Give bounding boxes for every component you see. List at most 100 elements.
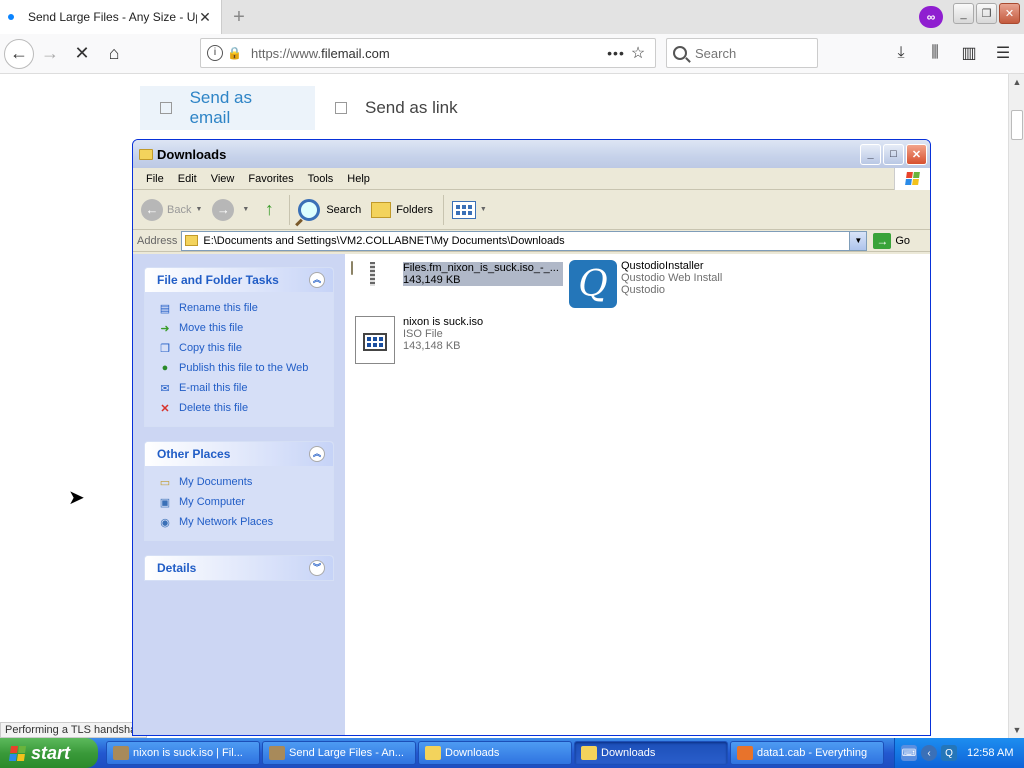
stop-icon[interactable]: ✕: [66, 38, 98, 70]
file-item[interactable]: Files.fm_nixon_is_suck.iso_-_... 143,149…: [351, 261, 563, 310]
file-item[interactable]: nixon is suck.iso ISO File 143,148 KB: [351, 316, 483, 364]
explorer-close-button[interactable]: ✕: [906, 143, 927, 165]
menu-view[interactable]: View: [204, 173, 242, 185]
home-icon[interactable]: ⌂: [98, 38, 130, 70]
toolbar-divider: [289, 194, 291, 225]
maximize-button[interactable]: ❐: [976, 3, 997, 24]
task-publish[interactable]: ● Publish this file to the Web: [157, 358, 323, 378]
qustodio-tray-icon[interactable]: Q: [941, 745, 957, 761]
taskbar-item[interactable]: Downloads: [418, 741, 572, 765]
search-icon: [298, 198, 321, 221]
file-tasks-panel: File and Folder Tasks ︽ ▤ Rename this fil…: [145, 268, 333, 426]
windows-flag-icon: [894, 167, 930, 190]
browser-toolbar-right: ⤓ ⫼ ▥ ☰: [886, 38, 1018, 68]
place-my-network[interactable]: ◉ My Network Places: [157, 512, 323, 532]
browser-tab[interactable]: Send Large Files - Any Size - Up To ✕: [0, 0, 222, 34]
file-item[interactable]: Q QustodioInstaller Qustodio Web Install…: [569, 260, 722, 308]
details-header[interactable]: Details ︾: [145, 556, 333, 580]
folders-button[interactable]: Folders: [371, 201, 433, 218]
url-scheme: https://www.: [251, 45, 322, 61]
go-label: Go: [895, 234, 911, 247]
address-dropdown-icon[interactable]: ▼: [849, 231, 867, 250]
go-button[interactable]: → Go: [873, 232, 911, 249]
place-my-documents[interactable]: ▭ My Documents: [157, 472, 323, 492]
tray-expand-icon[interactable]: ‹: [921, 745, 937, 761]
up-folder-button[interactable]: ↑: [259, 199, 279, 221]
url-bar[interactable]: i 🔒 https://www.filemail.com ••• ☆: [200, 38, 656, 68]
tab-send-as-link[interactable]: Send as link: [315, 86, 480, 130]
explorer-titlebar[interactable]: Downloads _ □ ✕: [133, 140, 930, 168]
task-copy[interactable]: ❐ Copy this file: [157, 338, 323, 358]
folder-icon: [185, 235, 199, 246]
minimize-button[interactable]: _: [953, 3, 974, 24]
search-bar[interactable]: [666, 38, 818, 68]
library-icon[interactable]: ⫼: [920, 38, 950, 68]
new-tab-button[interactable]: +: [222, 0, 256, 34]
address-field[interactable]: E:\Documents and Settings\VM2.COLLABNET\…: [181, 230, 868, 251]
keyboard-icon[interactable]: ⌨: [901, 745, 917, 761]
zip-file-icon: [351, 261, 399, 310]
tab-close-icon[interactable]: ✕: [197, 9, 213, 25]
forward-dropdown-icon[interactable]: ▼: [242, 206, 249, 213]
back-button[interactable]: ← Back ▼: [141, 198, 202, 221]
toolbar-divider: [442, 194, 444, 225]
tab-send-as-link-label: Send as link: [365, 98, 458, 117]
page-actions-icon[interactable]: •••: [605, 45, 627, 61]
start-button[interactable]: start: [0, 738, 98, 768]
taskbar-item[interactable]: nixon is suck.iso | Fil...: [106, 741, 260, 765]
menu-help[interactable]: Help: [340, 173, 377, 185]
place-my-computer[interactable]: ▣ My Computer: [157, 492, 323, 512]
other-places-panel: Other Places ︽ ▭ My Documents ▣ My Compute…: [145, 442, 333, 540]
search-input[interactable]: [695, 45, 805, 61]
download-icon[interactable]: ⤓: [886, 38, 916, 68]
menu-tools[interactable]: Tools: [301, 173, 341, 185]
taskbar-item[interactable]: data1.cab - Everything: [730, 741, 884, 765]
explorer-maximize-button[interactable]: □: [883, 143, 904, 165]
taskbar-item[interactable]: Downloads: [574, 741, 728, 765]
explorer-title: Downloads: [157, 146, 227, 162]
forward-button[interactable]: → ▼: [212, 198, 249, 221]
explorer-minimize-button[interactable]: _: [860, 143, 881, 165]
collapse-chevron-icon[interactable]: ︽: [309, 272, 325, 288]
task-email[interactable]: ✉ E-mail this file: [157, 378, 323, 398]
tab-title: Send Large Files - Any Size - Up To: [28, 10, 197, 24]
expand-chevron-icon[interactable]: ︾: [309, 560, 325, 576]
task-label: Copy this file: [179, 342, 242, 354]
menu-favorites[interactable]: Favorites: [241, 173, 300, 185]
move-icon: ➜: [160, 322, 170, 335]
clock[interactable]: 12:58 AM: [967, 747, 1013, 759]
back-arrow-icon[interactable]: ←: [4, 38, 34, 69]
close-button[interactable]: ✕: [999, 3, 1020, 24]
task-move[interactable]: ➜ Move this file: [157, 318, 323, 338]
task-rename[interactable]: ▤ Rename this file: [157, 298, 323, 318]
page-scrollbar[interactable]: ▲ ▼: [1008, 74, 1024, 738]
collapse-chevron-icon[interactable]: ︽: [309, 446, 325, 462]
address-text[interactable]: E:\Documents and Settings\VM2.COLLABNET\…: [203, 235, 849, 247]
file-list: Files.fm_nixon_is_suck.iso_-_... 143,149…: [345, 254, 930, 735]
task-delete[interactable]: ✕ Delete this file: [157, 398, 323, 418]
scroll-up-arrow-icon[interactable]: ▲: [1009, 74, 1024, 90]
other-places-header[interactable]: Other Places ︽: [145, 442, 333, 466]
forward-arrow-icon[interactable]: →: [34, 38, 66, 70]
bookmark-star-icon[interactable]: ☆: [627, 43, 649, 63]
taskbar-item-label: Downloads: [601, 747, 656, 759]
file-text: Files.fm_nixon_is_suck.iso_-_... 143,149…: [403, 262, 563, 286]
task-pane: File and Folder Tasks ︽ ▤ Rename this fil…: [133, 254, 345, 735]
menu-icon[interactable]: ☰: [988, 38, 1018, 68]
scroll-thumb[interactable]: [1011, 110, 1023, 140]
taskbar-item[interactable]: Send Large Files - An...: [262, 741, 416, 765]
file-tasks-header[interactable]: File and Folder Tasks ︽: [145, 268, 333, 292]
search-button[interactable]: Search: [298, 198, 361, 221]
info-icon[interactable]: i: [207, 45, 223, 61]
url-text[interactable]: https://www.filemail.com: [251, 46, 605, 61]
back-dropdown-icon[interactable]: ▼: [195, 206, 202, 213]
views-dropdown-icon[interactable]: ▼: [480, 206, 487, 213]
sidebar-icon[interactable]: ▥: [954, 38, 984, 68]
other-places-list: ▭ My Documents ▣ My Computer ◉ My Network P…: [145, 466, 333, 540]
tab-send-as-email[interactable]: Send as email: [140, 86, 315, 130]
menu-file[interactable]: File: [139, 173, 171, 185]
views-button[interactable]: ▼: [451, 200, 487, 219]
scroll-down-arrow-icon[interactable]: ▼: [1009, 722, 1024, 738]
menu-edit[interactable]: Edit: [171, 173, 204, 185]
url-domain: filemail.com: [321, 45, 390, 61]
